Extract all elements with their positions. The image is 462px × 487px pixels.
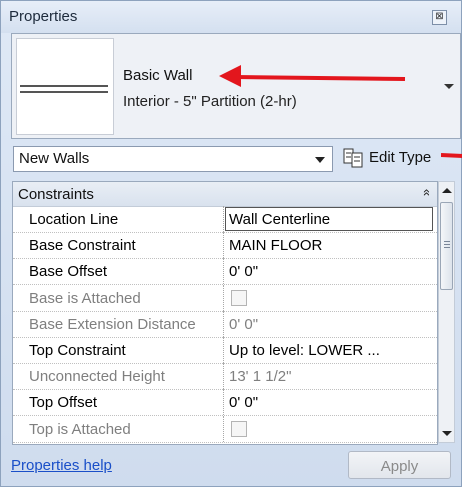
property-value: 13' 1 1/2" (229, 368, 292, 386)
edit-type-label: Edit Type (369, 149, 432, 166)
property-row[interactable]: Location Line Wall Centerline (13, 206, 437, 233)
palette-title: Properties (9, 8, 78, 25)
property-checkbox (231, 289, 247, 306)
type-family-name: Basic Wall (123, 67, 193, 84)
property-name: Base Offset (29, 263, 108, 281)
annotation-arrow (441, 153, 462, 158)
property-name: Base Constraint (29, 237, 136, 255)
scroll-down-icon[interactable] (442, 431, 452, 436)
type-name: Interior - 5" Partition (2-hr) (123, 93, 297, 110)
scroll-up-icon[interactable] (442, 188, 452, 193)
annotation-arrow (219, 65, 406, 87)
column-divider (223, 258, 225, 285)
title-bar[interactable]: Properties ⊠ (1, 1, 461, 33)
column-divider (223, 310, 225, 337)
property-value[interactable]: 0' 0" (229, 263, 258, 280)
grip-line (444, 244, 450, 245)
property-value[interactable]: 0' 0" (229, 394, 258, 411)
instance-filter-value: New Walls (19, 150, 90, 167)
column-divider (223, 284, 225, 311)
edit-type-icon (343, 148, 363, 168)
column-divider (223, 363, 225, 390)
column-divider (223, 389, 225, 416)
property-row[interactable]: Unconnected Height 13' 1 1/2" (13, 363, 437, 391)
chevron-down-icon[interactable] (444, 84, 454, 89)
instance-filter-dropdown[interactable]: New Walls (13, 146, 333, 172)
property-row[interactable]: Top is Attached (13, 415, 437, 443)
grip-line (444, 247, 450, 248)
property-row[interactable]: Base Offset 0' 0" (13, 258, 437, 286)
property-name: Top is Attached (29, 420, 131, 438)
property-name: Location Line (29, 211, 119, 228)
wall-thumbnail-icon (16, 38, 114, 135)
property-row[interactable]: Base is Attached (13, 284, 437, 312)
property-name: Top Offset (29, 394, 98, 412)
properties-palette: Properties ⊠ Basic Wall Interior - 5" Pa… (0, 0, 462, 487)
property-name: Base Extension Distance (29, 315, 196, 333)
property-value[interactable]: MAIN FLOOR (229, 237, 322, 254)
wall-glyph (20, 85, 108, 93)
close-icon[interactable]: ⊠ (432, 10, 447, 25)
property-row[interactable]: Base Extension Distance 0' 0" (13, 310, 437, 338)
scrollbar[interactable] (438, 181, 455, 443)
property-name: Base is Attached (29, 289, 141, 307)
property-row[interactable]: Top Constraint Up to level: LOWER ... (13, 337, 437, 364)
chevron-down-icon (315, 157, 325, 163)
grip-line (444, 241, 450, 242)
group-label: Constraints (18, 186, 94, 203)
apply-label: Apply (380, 458, 419, 475)
property-value[interactable]: Wall Centerline (229, 211, 330, 228)
property-name: Unconnected Height (29, 368, 165, 386)
column-divider (223, 232, 225, 259)
group-header-constraints[interactable]: Constraints » (13, 182, 437, 207)
column-divider (223, 415, 225, 442)
property-value: 0' 0" (229, 315, 259, 333)
apply-button[interactable]: Apply (348, 451, 451, 479)
scroll-thumb[interactable] (440, 202, 453, 290)
property-value[interactable]: Up to level: LOWER ... (229, 342, 380, 359)
property-checkbox (231, 420, 247, 437)
column-divider (223, 337, 225, 363)
property-row[interactable]: Base Constraint MAIN FLOOR (13, 232, 437, 260)
property-row[interactable]: Top Offset 0' 0" (13, 389, 437, 417)
edit-type-button[interactable]: Edit Type (341, 146, 462, 172)
properties-help-link[interactable]: Properties help (11, 457, 112, 474)
property-name: Top Constraint (29, 342, 126, 359)
collapse-icon[interactable]: » (418, 189, 433, 196)
properties-grid[interactable]: Constraints » Location Line Wall Centerli… (12, 181, 438, 445)
